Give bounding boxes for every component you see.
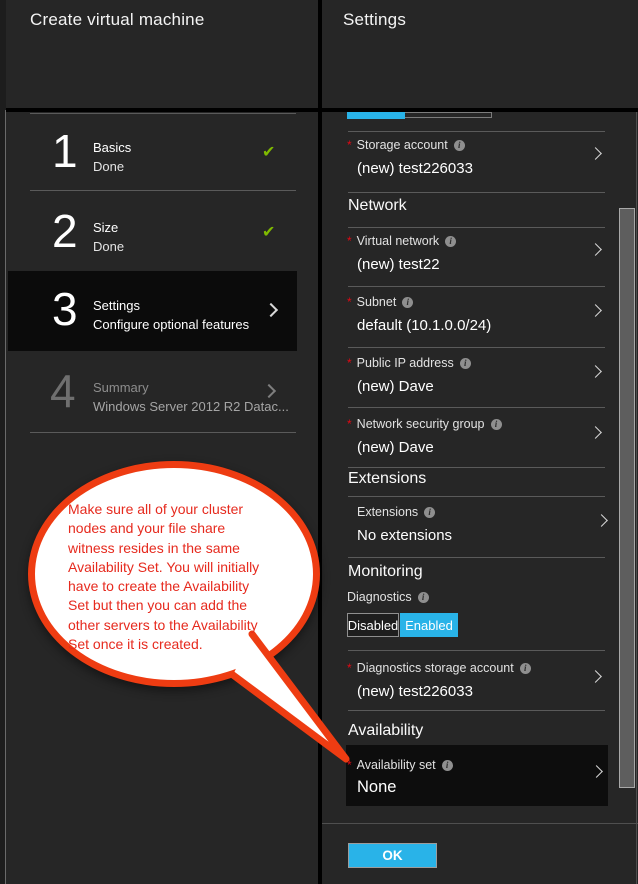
field-label: Storage account	[357, 138, 448, 152]
step-status: Done	[93, 159, 124, 174]
field-subnet[interactable]: * Subneti default (10.1.0.0/24)	[322, 289, 612, 347]
field-divider	[348, 286, 605, 287]
chevron-right-icon	[589, 147, 602, 160]
step-done-check-icon: ✔	[262, 222, 275, 242]
step-status: Done	[93, 239, 124, 254]
chevron-right-icon	[589, 426, 602, 439]
scrollbar-track-edge	[636, 112, 637, 884]
chevron-right-icon	[262, 384, 276, 398]
field-value: (new) Dave	[357, 439, 434, 456]
step-label: Size	[93, 220, 118, 235]
settings-blade-title: Settings	[343, 10, 406, 30]
field-availability-set[interactable]: * Availability set i None	[346, 745, 608, 806]
step-number: 1	[52, 128, 78, 174]
required-marker: *	[347, 758, 352, 772]
field-value: (new) test226033	[357, 160, 473, 177]
section-header-network: Network	[348, 197, 407, 215]
field-divider	[348, 192, 605, 193]
info-icon[interactable]: i	[424, 507, 435, 518]
wizard-step-settings-selected[interactable]: 3 Settings Configure optional features	[8, 271, 297, 351]
field-label: Subnet	[357, 295, 397, 309]
field-value: (new) test226033	[357, 683, 473, 700]
diagnostics-disabled-button[interactable]: Disabled	[347, 613, 399, 637]
required-marker: *	[347, 234, 352, 248]
chevron-right-icon	[595, 514, 608, 527]
field-divider	[348, 650, 605, 651]
section-divider	[348, 496, 605, 497]
section-header-availability: Availability	[348, 722, 423, 740]
field-label: Extensions	[357, 505, 418, 519]
step-label: Summary	[93, 380, 149, 395]
field-extensions[interactable]: Extensions i No extensions	[322, 499, 612, 555]
wizard-step-size[interactable]: 2 Size Done ✔	[6, 200, 298, 268]
wizard-step-basics[interactable]: 1 Basics Done ✔	[6, 122, 298, 188]
section-header-extensions: Extensions	[348, 470, 426, 488]
field-network-security-group[interactable]: * Network security group i (new) Dave	[322, 411, 612, 467]
step-done-check-icon: ✔	[262, 142, 275, 162]
field-label: Virtual network	[357, 234, 439, 248]
field-divider	[348, 467, 605, 468]
field-diagnostics-storage-account[interactable]: * Diagnostics storage account i (new) test…	[322, 655, 612, 710]
field-divider	[348, 710, 605, 711]
field-public-ip[interactable]: * Public IP address i (new) Dave	[322, 350, 612, 407]
field-value: default (10.1.0.0/24)	[357, 317, 491, 334]
field-divider	[348, 557, 605, 558]
diagnostics-enabled-button[interactable]: Enabled	[400, 613, 458, 637]
field-label: Diagnostics storage account	[357, 661, 514, 675]
field-label: Public IP address	[357, 356, 454, 370]
chevron-right-icon	[589, 670, 602, 683]
field-value: None	[357, 778, 396, 797]
chevron-right-icon	[264, 303, 278, 317]
info-icon[interactable]: i	[402, 297, 413, 308]
chevron-right-icon	[589, 365, 602, 378]
field-storage-account[interactable]: * Storage account i (new) test226033	[322, 132, 612, 192]
section-header-monitoring: Monitoring	[348, 563, 423, 581]
diagnostics-label: Diagnostics	[347, 590, 412, 604]
clipped-toggle-selected-segment	[347, 112, 405, 119]
step-number: 3	[52, 286, 78, 332]
diagnostics-label-row: Diagnostics i	[347, 588, 429, 606]
field-value: (new) test22	[357, 256, 440, 273]
ok-button[interactable]: OK	[348, 843, 437, 868]
required-marker: *	[347, 356, 352, 370]
field-label: Availability set	[357, 758, 436, 772]
info-icon[interactable]: i	[445, 236, 456, 247]
step-label: Settings	[93, 298, 140, 313]
step-number: 4	[50, 368, 76, 414]
info-icon[interactable]: i	[442, 760, 453, 771]
field-label: Network security group	[357, 417, 485, 431]
required-marker: *	[347, 661, 352, 675]
annotation-text: Make sure all of your cluster nodes and …	[68, 500, 303, 654]
field-divider	[348, 407, 605, 408]
field-value: (new) Dave	[357, 378, 434, 395]
required-marker: *	[347, 417, 352, 431]
chevron-right-icon	[590, 765, 603, 778]
step-divider	[30, 190, 296, 191]
field-virtual-network[interactable]: * Virtual network i (new) test22	[322, 228, 612, 286]
info-icon[interactable]: i	[418, 592, 429, 603]
footer-divider	[322, 823, 638, 824]
step-label: Basics	[93, 140, 131, 155]
field-divider	[348, 347, 605, 348]
info-icon[interactable]: i	[460, 358, 471, 369]
create-vm-blade-title: Create virtual machine	[30, 10, 204, 30]
info-icon[interactable]: i	[520, 663, 531, 674]
chevron-right-icon	[589, 304, 602, 317]
step-number: 2	[52, 208, 78, 254]
scrollbar-thumb[interactable]	[619, 208, 635, 788]
step-divider	[30, 432, 296, 433]
step-status: Configure optional features	[93, 317, 249, 332]
wizard-step-summary: 4 Summary Windows Server 2012 R2 Datac..…	[6, 360, 298, 430]
chevron-right-icon	[589, 243, 602, 256]
info-icon[interactable]: i	[454, 140, 465, 151]
step-status: Windows Server 2012 R2 Datac...	[93, 399, 289, 414]
required-marker: *	[347, 138, 352, 152]
required-marker: *	[347, 295, 352, 309]
info-icon[interactable]: i	[491, 419, 502, 430]
step-divider	[30, 113, 296, 114]
field-value: No extensions	[357, 527, 452, 544]
